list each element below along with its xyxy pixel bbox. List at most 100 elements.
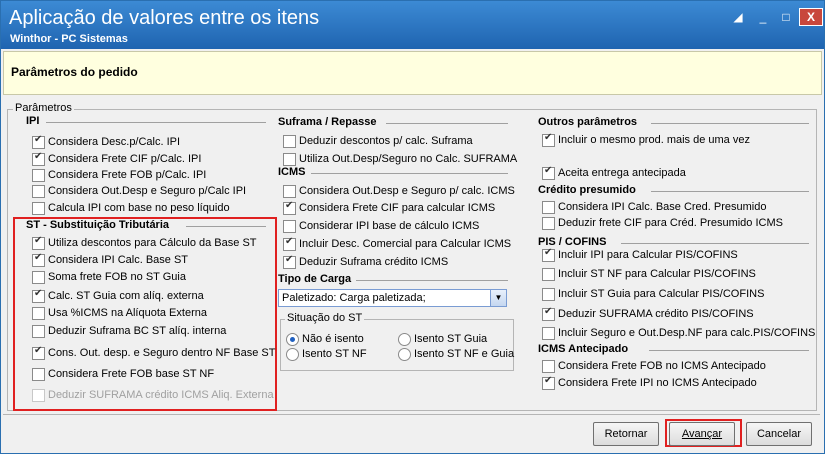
checkbox-label: Deduzir SUFRAMA crédito ICMS Aliq. Exter… <box>48 389 274 401</box>
checkbox-label: Cons. Out. desp. e Seguro dentro NF Base… <box>48 347 276 359</box>
checkbox-empty-icon[interactable] <box>32 271 45 284</box>
retornar-label: Retornar <box>604 428 648 440</box>
checkbox-label: Incluir Desc. Comercial para Calcular IC… <box>299 238 512 250</box>
checkbox-label: Considera Frete FOB p/Calc. IPI <box>48 169 207 181</box>
checkbox-label: Usa %ICMS na Alíquota Externa <box>48 307 207 319</box>
checkbox-empty-icon[interactable] <box>32 389 45 402</box>
checkbox-label: Utiliza descontos para Cálculo da Base S… <box>48 237 257 249</box>
st-divider <box>186 226 266 227</box>
checkbox-empty-icon[interactable] <box>283 135 296 148</box>
checkbox-label: Considera Frete FOB base ST NF <box>48 368 215 380</box>
icms-ant-divider <box>649 350 809 351</box>
carga-title: Tipo de Carga <box>278 273 352 285</box>
checkbox-checked-icon[interactable] <box>283 236 296 251</box>
credito-divider <box>651 191 809 192</box>
st-title: ST - Substituição Tributária <box>26 219 170 231</box>
title-bar[interactable]: Aplicação de valores entre os itens Wint… <box>1 1 824 49</box>
resize-icon[interactable]: ◢ <box>728 8 748 26</box>
checkbox-label: Considerar IPI base de cálculo ICMS <box>299 220 480 232</box>
checkbox-checked-icon[interactable] <box>32 134 45 149</box>
avancar-label: Avançar <box>681 428 723 440</box>
checkbox-label: Deduzir SUFRAMA crédito PIS/COFINS <box>558 308 754 320</box>
checkbox-checked-icon[interactable] <box>32 288 45 303</box>
checkbox-empty-icon[interactable] <box>283 185 296 198</box>
checkbox-empty-icon[interactable] <box>542 327 555 340</box>
credito-title: Crédito presumido <box>538 184 636 196</box>
carga-select[interactable]: Paletizado: Carga paletizada; ▼ <box>278 289 507 307</box>
pis-divider <box>621 243 809 244</box>
checkbox-label: Incluir IPI para Calcular PIS/COFINS <box>558 249 738 261</box>
close-button[interactable]: X <box>799 8 823 26</box>
window-subtitle: Winthor - PC Sistemas <box>10 33 128 45</box>
checkbox-label: Calcula IPI com base no peso líquido <box>48 202 230 214</box>
checkbox-label: Calc. ST Guia com alíq. externa <box>48 290 204 302</box>
checkbox-checked-icon[interactable] <box>32 235 45 250</box>
carga-divider <box>356 280 508 281</box>
checkbox-label: Incluir o mesmo prod. mais de uma vez <box>558 134 750 146</box>
header-panel: Parâmetros do pedido <box>3 51 822 95</box>
checkbox-checked-icon[interactable] <box>32 151 45 166</box>
situacao-legend: Situação do ST <box>285 312 365 324</box>
suframa-title: Suframa / Repasse <box>278 116 377 128</box>
checkbox-empty-icon[interactable] <box>542 268 555 281</box>
radio-label: Isento ST NF <box>302 348 367 360</box>
checkbox-label: Considera Desc.p/Calc. IPI <box>48 136 181 148</box>
radio-empty-icon[interactable] <box>286 348 299 361</box>
checkbox-label: Utiliza Out.Desp/Seguro no Calc. SUFRAMA <box>299 153 518 165</box>
checkbox-checked-icon[interactable] <box>283 200 296 215</box>
radio-label: Isento ST Guia <box>414 333 488 345</box>
cancelar-label: Cancelar <box>756 428 802 440</box>
footer-divider <box>3 414 820 415</box>
checkbox-checked-icon[interactable] <box>283 254 296 269</box>
icms-ant-title: ICMS Antecipado <box>538 343 629 355</box>
checkbox-label: Considera IPI Calc. Base ST <box>48 254 189 266</box>
checkbox-label: Considera Frete CIF para calcular ICMS <box>299 202 496 214</box>
checkbox-empty-icon[interactable] <box>32 368 45 381</box>
ipi-title: IPI <box>26 115 40 127</box>
situacao-group <box>280 319 514 371</box>
outros-divider <box>651 123 809 124</box>
checkbox-empty-icon[interactable] <box>32 325 45 338</box>
checkbox-label: Soma frete FOB no ST Guia <box>48 271 186 283</box>
checkbox-empty-icon[interactable] <box>32 169 45 182</box>
radio-label: Isento ST NF e Guia <box>414 348 515 360</box>
checkbox-label: Deduzir Suframa BC ST alíq. interna <box>48 325 227 337</box>
checkbox-label: Deduzir frete CIF para Créd. Presumido I… <box>558 217 783 229</box>
checkbox-label: Considera Frete CIF p/Calc. IPI <box>48 153 202 165</box>
checkbox-label: Considera Out.Desp e Seguro p/ calc. ICM… <box>299 185 515 197</box>
chevron-down-icon[interactable]: ▼ <box>490 290 506 306</box>
radio-selected-icon[interactable] <box>286 333 299 346</box>
checkbox-empty-icon[interactable] <box>283 153 296 166</box>
dialog-window: Aplicação de valores entre os itens Wint… <box>0 0 825 454</box>
ipi-divider <box>46 122 266 123</box>
cancelar-button[interactable]: Cancelar <box>746 422 812 446</box>
checkbox-empty-icon[interactable] <box>32 307 45 320</box>
checkbox-empty-icon[interactable] <box>542 201 555 214</box>
checkbox-checked-icon[interactable] <box>32 345 45 360</box>
radio-empty-icon[interactable] <box>398 333 411 346</box>
checkbox-empty-icon[interactable] <box>542 217 555 230</box>
checkbox-checked-icon[interactable] <box>542 247 555 262</box>
carga-select-value: Paletizado: Carga paletizada; <box>282 292 426 304</box>
minimize-button[interactable]: _ <box>753 8 773 26</box>
checkbox-checked-icon[interactable] <box>542 132 555 147</box>
checkbox-empty-icon[interactable] <box>32 185 45 198</box>
checkbox-label: Considera Frete IPI no ICMS Antecipado <box>558 377 757 389</box>
icms-title: ICMS <box>278 166 306 178</box>
retornar-button[interactable]: Retornar <box>593 422 659 446</box>
checkbox-empty-icon[interactable] <box>283 220 296 233</box>
checkbox-empty-icon[interactable] <box>542 288 555 301</box>
checkbox-checked-icon[interactable] <box>32 252 45 267</box>
checkbox-checked-icon[interactable] <box>542 375 555 390</box>
checkbox-empty-icon[interactable] <box>542 360 555 373</box>
checkbox-checked-icon[interactable] <box>542 165 555 180</box>
avancar-button[interactable]: Avançar <box>669 422 735 446</box>
checkbox-empty-icon[interactable] <box>32 202 45 215</box>
radio-empty-icon[interactable] <box>398 348 411 361</box>
checkbox-label: Considera Frete FOB no ICMS Antecipado <box>558 360 766 372</box>
checkbox-label: Considera Out.Desp e Seguro p/Calc IPI <box>48 185 247 197</box>
maximize-button[interactable]: □ <box>776 8 796 26</box>
checkbox-checked-icon[interactable] <box>542 306 555 321</box>
checkbox-label: Considera IPI Calc. Base Cred. Presumido <box>558 201 767 213</box>
params-legend: Parâmetros <box>13 102 74 114</box>
